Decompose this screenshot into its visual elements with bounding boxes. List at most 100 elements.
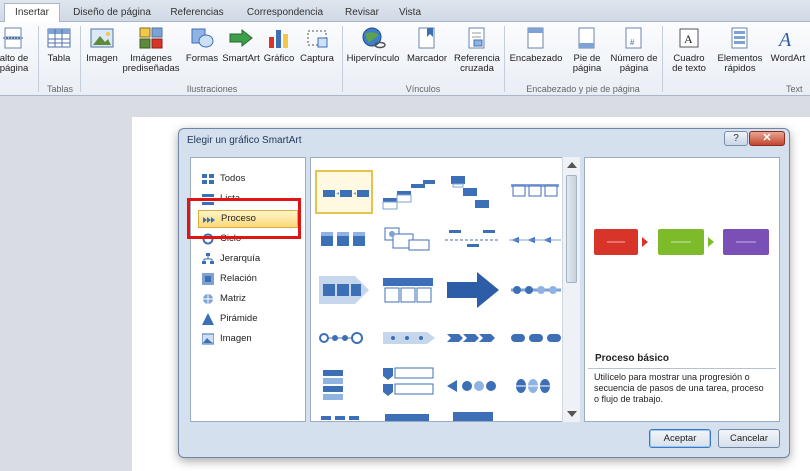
chart-button[interactable]: Gráfico [262,26,296,64]
group-vinculos: Vínculos [405,84,441,94]
chart-icon [266,26,292,50]
preview-title: Proceso básico [595,353,669,364]
all-icon [202,173,214,185]
relation-icon [202,273,214,285]
footer-button[interactable]: Pie de página [566,26,608,74]
svg-text:A: A [684,32,693,46]
shapes-button[interactable]: Formas [184,26,220,64]
cancel-button[interactable]: Cancelar [718,429,780,448]
tab-referencias[interactable]: Referencias [165,4,229,22]
table-button[interactable]: Tabla [42,26,76,64]
clipart-icon [138,26,164,50]
layout-partial-3[interactable] [443,410,501,421]
wordart-icon: A [775,26,801,51]
scroll-down-icon[interactable] [567,411,577,417]
table-icon [46,26,72,50]
shapes-icon [189,26,215,50]
wordart-button[interactable]: A WordArt [766,26,810,64]
group-tablas: Tablas [46,84,73,94]
bookmark-button[interactable]: Marcador [404,26,450,64]
layout-funnel[interactable] [507,364,565,408]
screenshot-button[interactable]: Captura [296,26,338,64]
smartart-button[interactable]: SmartArt [221,26,261,64]
category-list: Todos Lista Proceso Ciclo Jerarquía Rela… [190,157,306,422]
layout-big-arrow[interactable] [443,268,501,312]
layout-circle-arrows[interactable] [443,364,501,408]
textbox-button[interactable]: A Cuadro de texto [664,26,714,74]
category-imagen[interactable]: Imagen [198,330,298,348]
bookmark-icon [414,26,440,50]
smartart-dialog: Elegir un gráfico SmartArt ? ✕ Todos Lis… [178,128,790,458]
textbox-icon: A [676,26,702,50]
smartart-icon [228,26,254,50]
image-icon [201,333,215,345]
accept-button[interactable]: Aceptar [649,429,711,448]
layout-rounded-row[interactable] [507,316,565,360]
preview-description: Utilícelo para mostrar una progresión o … [588,368,776,420]
page-number-button[interactable]: # Número de página [608,26,660,74]
tab-revisar[interactable]: Revisar [340,4,384,22]
gallery-scrollbar[interactable] [562,157,580,422]
page-number-icon: # [621,26,647,50]
page-break-icon [1,26,27,50]
image-icon [89,26,115,50]
layout-timeline[interactable] [443,218,501,262]
ribbon: alto de página Tabla Tablas Imagen Imáge… [0,22,810,96]
layout-basic-process[interactable] [315,170,373,214]
preview-graphic [594,229,769,255]
layout-gallery [310,157,580,422]
ribbon-tabs: Insertar Diseño de página Referencias Co… [0,0,810,23]
category-jerarquia[interactable]: Jerarquía [198,250,298,268]
category-piramide[interactable]: Pirámide [198,310,298,328]
image-button[interactable]: Imagen [84,26,120,64]
quick-parts-button[interactable]: Elementos rápidos [714,26,766,74]
header-button[interactable]: Encabezado [506,26,566,64]
hyperlink-button[interactable]: Hipervínculo [344,26,402,64]
help-button[interactable]: ? [724,131,748,146]
layout-bracket-list[interactable] [379,268,437,312]
scroll-thumb[interactable] [566,175,577,283]
category-todos[interactable]: Todos [198,170,298,188]
layout-continuous[interactable] [507,170,565,214]
tab-correspondencia[interactable]: Correspondencia [240,4,330,22]
category-relacion[interactable]: Relación [198,270,298,288]
layout-chevron-blocks[interactable] [315,218,373,262]
layout-chevron-row[interactable] [443,316,501,360]
footer-icon [574,26,600,50]
page-break-button[interactable]: alto de página [0,26,34,74]
layout-accent-arrow[interactable] [315,268,373,312]
layout-circle-process[interactable] [315,316,373,360]
preview-pane: Proceso básico Utilícelo para mostrar un… [584,157,780,422]
layout-picture-process[interactable] [379,218,437,262]
category-matriz[interactable]: Matriz [198,290,298,308]
layout-step-up[interactable] [379,170,437,214]
header-icon [523,26,549,50]
screenshot-icon [304,26,330,50]
group-texto: Text [786,84,803,94]
layout-arrow-ribbon[interactable] [379,316,437,360]
layout-dots-line[interactable] [507,268,565,312]
layout-staggered[interactable] [443,170,501,214]
layout-arrow-dots[interactable] [507,218,565,262]
group-encabezado: Encabezado y pie de página [526,84,640,94]
close-button[interactable]: ✕ [749,131,785,146]
quick-parts-icon [727,26,753,50]
tab-insertar[interactable]: Insertar [4,3,60,23]
tab-diseno[interactable]: Diseño de página [68,4,156,22]
layout-partial-1[interactable] [315,410,373,421]
matrix-icon [202,293,214,305]
scroll-up-icon[interactable] [567,162,577,168]
svg-text:A: A [777,29,792,50]
clipart-button[interactable]: Imágenes prediseñadas [120,26,182,74]
hierarchy-icon [202,253,214,265]
crossref-icon [464,26,490,50]
layout-vertical-list[interactable] [379,364,437,408]
globe-icon [360,26,386,50]
crossref-button[interactable]: Referencia cruzada [452,26,502,74]
svg-text:#: # [630,38,635,47]
layout-vertical-chevron[interactable] [315,364,373,408]
tab-vista[interactable]: Vista [392,4,428,22]
highlight-box [187,198,301,239]
layout-partial-2[interactable] [379,410,437,421]
pyramid-icon [202,313,214,325]
